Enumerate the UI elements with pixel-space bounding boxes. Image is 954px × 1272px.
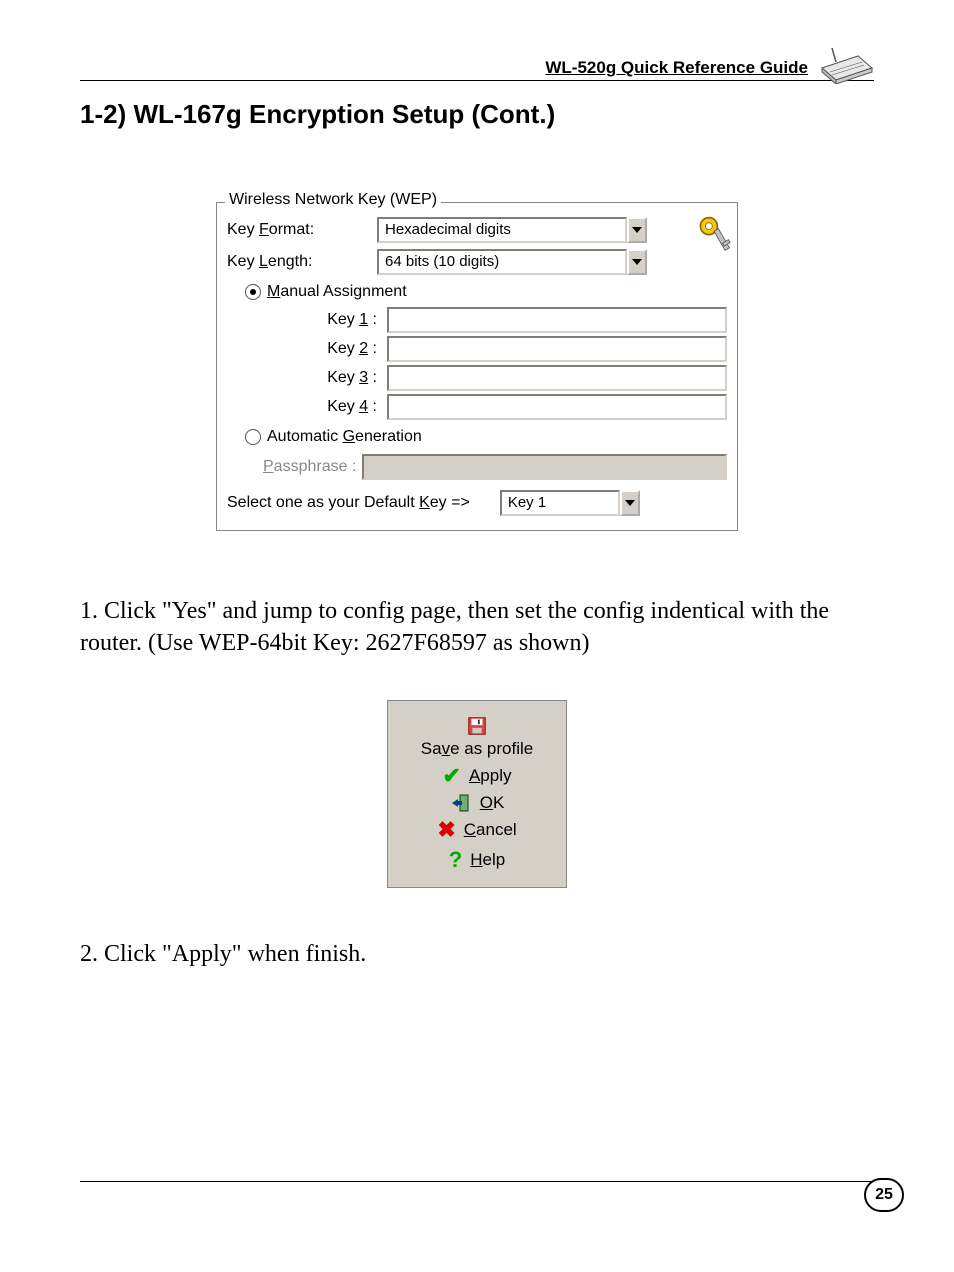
passphrase-row: Passphrase :	[263, 454, 727, 480]
default-key-value[interactable]: Key 1	[500, 490, 620, 516]
key2-label: Key 2 :	[227, 340, 387, 358]
router-icon	[814, 42, 874, 84]
help-label: Help	[470, 850, 505, 870]
auto-radio-row[interactable]: Automatic Generation	[245, 428, 727, 446]
key-format-label: Key Format:	[227, 221, 377, 239]
default-key-label: Select one as your Default Key =>	[227, 494, 470, 512]
automatic-generation-label: Automatic Generation	[267, 428, 422, 446]
ok-label: OK	[480, 793, 505, 813]
key4-row: Key 4 :	[227, 394, 727, 420]
help-button[interactable]: ? Help	[396, 847, 558, 873]
manual-assignment-label: Manual Assignment	[267, 283, 407, 301]
passphrase-label: Passphrase :	[263, 458, 356, 476]
ok-button[interactable]: OK	[396, 793, 558, 813]
check-icon: ✔	[443, 763, 461, 789]
x-icon: ✖	[437, 817, 455, 843]
footer-divider	[80, 1181, 874, 1182]
key-length-value[interactable]: 64 bits (10 digits)	[377, 249, 627, 275]
wep-dialog: Wireless Network Key (WEP) Key Format: H…	[202, 180, 752, 545]
question-icon: ?	[449, 847, 462, 873]
key4-input[interactable]	[387, 394, 727, 420]
key-length-label: Key Length:	[227, 253, 377, 271]
save-icon	[466, 715, 488, 737]
save-profile-button[interactable]: Save as profile	[396, 715, 558, 759]
radio-selected-icon[interactable]	[245, 284, 261, 300]
radio-unselected-icon[interactable]	[245, 429, 261, 445]
key-format-combo[interactable]: Hexadecimal digits	[377, 217, 647, 243]
page-number: 25	[864, 1178, 904, 1212]
header-title: WL-520g Quick Reference Guide	[545, 58, 808, 78]
apply-button[interactable]: ✔ Apply	[396, 763, 558, 789]
key3-label: Key 3 :	[227, 369, 387, 387]
dropdown-icon[interactable]	[627, 217, 647, 243]
cancel-label: Cancel	[464, 820, 517, 840]
default-key-row: Select one as your Default Key => Key 1	[227, 490, 727, 516]
page-header: WL-520g Quick Reference Guide	[80, 30, 874, 81]
key-icon	[697, 213, 731, 263]
key3-row: Key 3 :	[227, 365, 727, 391]
section-heading: 1-2) WL-167g Encryption Setup (Cont.)	[80, 99, 874, 130]
instruction-step-1: 1. Click "Yes" and jump to config page, …	[80, 595, 874, 660]
key-format-value[interactable]: Hexadecimal digits	[377, 217, 627, 243]
apply-label: Apply	[469, 766, 512, 786]
wep-fieldset: Wireless Network Key (WEP) Key Format: H…	[216, 202, 738, 531]
key2-row: Key 2 :	[227, 336, 727, 362]
key4-label: Key 4 :	[227, 398, 387, 416]
key2-input[interactable]	[387, 336, 727, 362]
cancel-button[interactable]: ✖ Cancel	[396, 817, 558, 843]
key1-row: Key 1 :	[227, 307, 727, 333]
key1-label: Key 1 :	[227, 311, 387, 329]
exit-door-icon	[450, 793, 472, 813]
key1-input[interactable]	[387, 307, 727, 333]
passphrase-input	[362, 454, 727, 480]
action-button-panel: Save as profile ✔ Apply OK ✖ Cancel ? He…	[387, 700, 567, 888]
save-profile-label: Save as profile	[421, 739, 533, 759]
key-length-combo[interactable]: 64 bits (10 digits)	[377, 249, 647, 275]
default-key-combo[interactable]: Key 1	[500, 490, 640, 516]
key-format-row: Key Format: Hexadecimal digits	[227, 217, 727, 243]
manual-radio-row[interactable]: Manual Assignment	[245, 283, 727, 301]
document-page: WL-520g Quick Reference Guide 1-2) WL-16…	[0, 0, 954, 1272]
dropdown-icon[interactable]	[620, 490, 640, 516]
key3-input[interactable]	[387, 365, 727, 391]
key-length-row: Key Length: 64 bits (10 digits)	[227, 249, 727, 275]
fieldset-legend: Wireless Network Key (WEP)	[225, 191, 441, 209]
dropdown-icon[interactable]	[627, 249, 647, 275]
instruction-step-2: 2. Click "Apply" when finish.	[80, 938, 874, 970]
